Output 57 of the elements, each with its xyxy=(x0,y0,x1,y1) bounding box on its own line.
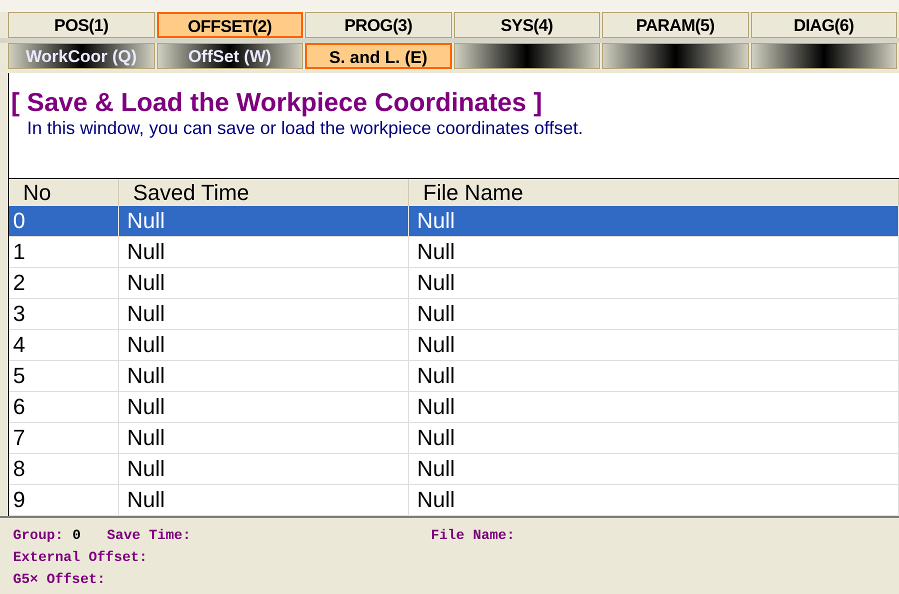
sub-tab[interactable]: OffSet (W) xyxy=(156,43,303,69)
group-label: Group: xyxy=(13,527,64,546)
table-row[interactable]: 2 Null Null xyxy=(9,268,899,299)
main-tab[interactable]: OFFSET(2) xyxy=(156,12,304,38)
table-cell: 5 xyxy=(9,361,119,391)
file-name-label: File Name: xyxy=(430,527,515,546)
table-cell: 6 xyxy=(9,392,119,422)
table-cell: Null xyxy=(119,392,409,422)
table-cell: Null xyxy=(119,206,409,236)
group-value: 0 xyxy=(72,527,81,546)
table-cell: 1 xyxy=(9,237,119,267)
table-row[interactable]: 4 Null Null xyxy=(9,330,899,361)
table-cell: Null xyxy=(409,237,899,267)
table-cell: 7 xyxy=(9,423,119,453)
table-cell: Null xyxy=(119,361,409,391)
table-cell: Null xyxy=(119,423,409,453)
table-cell: 9 xyxy=(9,485,119,515)
table-cell: Null xyxy=(119,485,409,515)
main-tab[interactable]: PROG(3) xyxy=(305,12,452,38)
table-cell: Null xyxy=(409,206,899,236)
window-title: [ Save & Load the Workpiece Coordinates ] xyxy=(11,87,544,117)
table-row[interactable]: 5 Null Null xyxy=(9,361,899,392)
table-row[interactable]: 9 Null Null xyxy=(9,485,899,516)
table-cell: Null xyxy=(409,485,899,515)
g5x-offset-label: G5× Offset: xyxy=(13,572,106,588)
table-cell: Null xyxy=(409,454,899,484)
table-cell: Null xyxy=(409,268,899,298)
main-tab[interactable]: SYS(4) xyxy=(454,12,600,38)
table-row[interactable]: 8 Null Null xyxy=(9,454,899,485)
table-row[interactable]: 1 Null Null xyxy=(9,237,899,268)
table-cell: Null xyxy=(409,361,899,391)
table-cell: Null xyxy=(119,454,409,484)
sub-tab[interactable]: WorkCoor (Q) xyxy=(8,43,154,69)
sub-tab[interactable]: S. and L. (E) xyxy=(305,43,452,69)
save-time-label: Save Time: xyxy=(106,527,192,546)
table-cell: 0 xyxy=(9,206,119,236)
table-row[interactable]: 6 Null Null xyxy=(9,392,899,423)
table-row[interactable]: 0 Null Null xyxy=(9,206,899,237)
table-cell: Null xyxy=(119,237,409,267)
table-cell: Null xyxy=(119,299,409,329)
table-cell: 4 xyxy=(9,330,119,360)
table-cell: 8 xyxy=(9,454,119,484)
table-cell: Null xyxy=(409,330,899,360)
table-cell: Null xyxy=(409,423,899,453)
main-tab[interactable]: POS(1) xyxy=(8,12,154,38)
table-cell: Null xyxy=(409,299,899,329)
table-row[interactable]: 3 Null Null xyxy=(9,299,899,330)
table-row[interactable]: 7 Null Null xyxy=(9,423,899,454)
external-offset-label: External Offset: xyxy=(13,550,148,566)
table-cell: Null xyxy=(409,392,899,422)
table-cell: 2 xyxy=(9,268,119,298)
window-description: In this window, you can save or load the workpiece coordinates offset. xyxy=(26,117,584,139)
main-tab[interactable]: DIAG(6) xyxy=(750,12,898,38)
table-cell: Null xyxy=(119,330,409,360)
table-cell: 3 xyxy=(9,299,119,329)
table-cell: Null xyxy=(119,268,409,298)
main-tab[interactable]: PARAM(5) xyxy=(602,12,749,38)
